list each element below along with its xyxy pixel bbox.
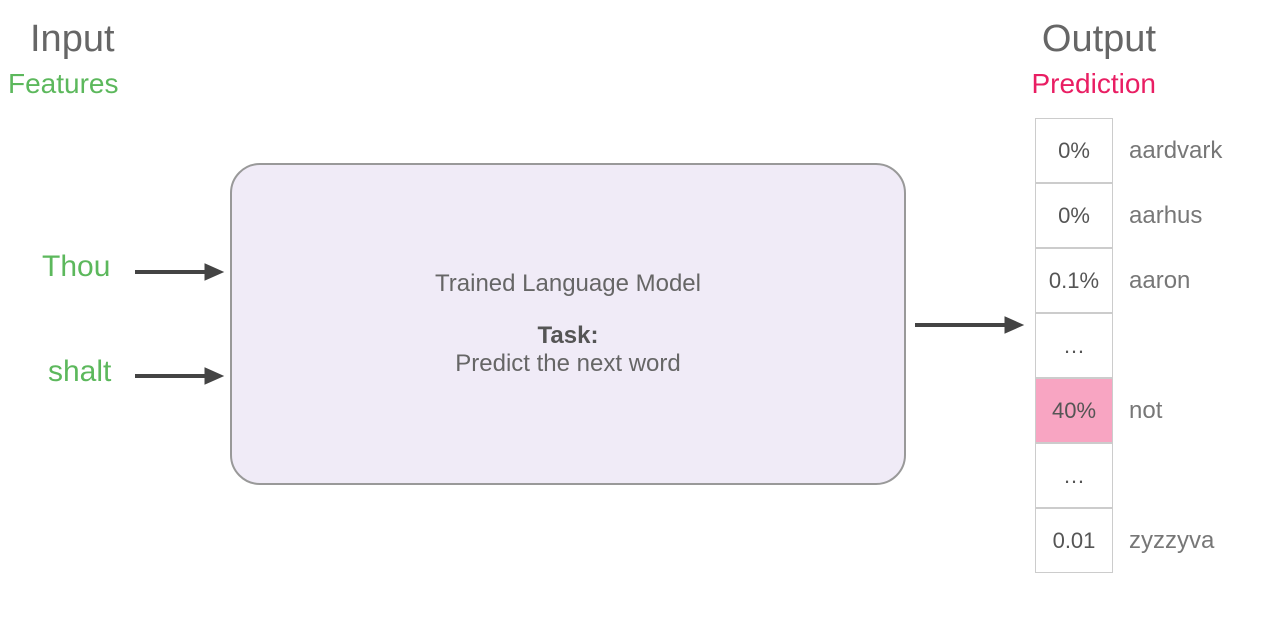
output-percent-cell: 0.01 [1035, 508, 1113, 573]
output-percent-cell: 0% [1035, 183, 1113, 248]
input-word-thou: Thou [42, 250, 110, 284]
output-row: 0% aarhus [1035, 183, 1222, 248]
output-row: 0% aardvark [1035, 118, 1222, 183]
output-ellipsis-cell: … [1035, 313, 1113, 378]
input-heading: Input [30, 18, 115, 61]
model-title: Trained Language Model [435, 270, 701, 298]
output-row: … [1035, 443, 1222, 508]
output-percent-cell-highlighted: 40% [1035, 378, 1113, 443]
output-word: zyzzyva [1129, 527, 1214, 555]
output-heading: Output [1042, 18, 1156, 61]
model-box: Trained Language Model Task: Predict the… [230, 163, 906, 485]
output-row: … [1035, 313, 1222, 378]
model-task-text: Predict the next word [455, 350, 680, 378]
diagram-container: Input Features Output Prediction Thou sh… [0, 0, 1276, 625]
prediction-heading: Prediction [1031, 68, 1156, 100]
output-percent-cell: 0.1% [1035, 248, 1113, 313]
output-row: 0.01 zyzzyva [1035, 508, 1222, 573]
model-task-label: Task: [538, 322, 599, 349]
features-heading: Features [8, 68, 119, 100]
arrow-right-icon [915, 315, 1025, 335]
output-word: aaron [1129, 267, 1190, 295]
arrow-right-icon [135, 366, 225, 386]
output-ellipsis-cell: … [1035, 443, 1113, 508]
input-word-shalt: shalt [48, 355, 111, 389]
output-percent-cell: 0% [1035, 118, 1113, 183]
output-word: not [1129, 397, 1162, 425]
arrow-right-icon [135, 262, 225, 282]
output-word: aarhus [1129, 202, 1202, 230]
output-table: 0% aardvark 0% aarhus 0.1% aaron … 40% n… [1035, 118, 1222, 573]
output-row: 40% not [1035, 378, 1222, 443]
output-word: aardvark [1129, 137, 1222, 165]
output-row: 0.1% aaron [1035, 248, 1222, 313]
